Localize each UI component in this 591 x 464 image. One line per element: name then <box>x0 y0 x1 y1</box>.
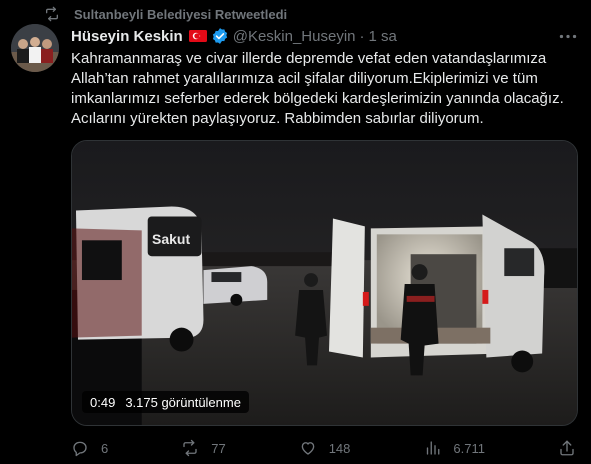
retweet-icon <box>183 439 197 457</box>
tweet-header: Hüseyin Keskin @Keskin_Huseyin · 1 sa <box>71 26 397 46</box>
retweet-button[interactable]: 77 <box>181 439 226 457</box>
retweet-context[interactable]: Sultanbeyli Belediyesi Retweetledi <box>44 4 287 24</box>
reply-icon <box>73 441 87 457</box>
retweet-count: 77 <box>211 440 226 456</box>
more-icon <box>559 34 577 38</box>
bus-sign: Sakut <box>152 231 191 247</box>
reply-button[interactable]: 6 <box>71 439 108 457</box>
separator-dot: · <box>359 27 365 45</box>
heart-icon <box>301 442 315 455</box>
verified-badge-icon[interactable] <box>211 27 229 45</box>
like-button[interactable]: 148 <box>299 439 351 457</box>
video-thumbnail <box>72 141 577 425</box>
author-handle[interactable]: @Keskin_Huseyin <box>233 28 356 45</box>
author-name[interactable]: Hüseyin Keskin <box>71 28 183 45</box>
video-info-badge: 0:49 3.175 görüntülenme <box>82 391 249 413</box>
more-options-button[interactable] <box>557 28 579 44</box>
tweet-actions: 6 77 148 6.711 <box>71 437 576 459</box>
share-icon[interactable] <box>558 439 576 457</box>
avatar[interactable] <box>11 24 59 72</box>
tweet-text: Kahramanmaraş ve civar illerde depremde … <box>71 50 564 127</box>
avatar-image <box>11 24 59 72</box>
video-player[interactable]: Sakut 0:49 3.175 görüntülenme <box>71 140 578 426</box>
retweet-icon <box>46 6 58 22</box>
video-duration: 0:49 <box>90 394 116 410</box>
retweet-label[interactable]: Sultanbeyli Belediyesi Retweetledi <box>74 7 287 22</box>
reply-count: 6 <box>101 440 109 456</box>
turkey-flag-icon <box>188 30 207 42</box>
video-views: 3.175 görüntülenme <box>125 394 241 410</box>
timestamp[interactable]: 1 sa <box>369 28 397 45</box>
views-count: 6.711 <box>453 440 485 456</box>
views-chart-icon <box>427 441 440 455</box>
like-count: 148 <box>328 440 351 456</box>
views-button[interactable]: 6.711 <box>423 439 485 457</box>
